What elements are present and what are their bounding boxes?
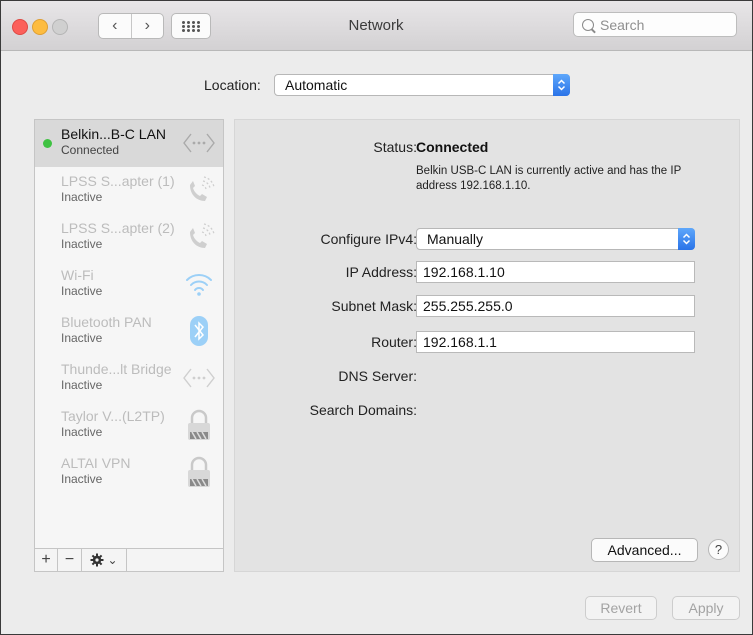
dns-server-label: DNS Server: [338, 368, 417, 384]
wifi-icon [186, 274, 212, 296]
search-icon [582, 18, 594, 31]
zoom-button[interactable] [52, 19, 68, 35]
service-item-lpss-1[interactable]: LPSS S...apter (1) Inactive [35, 167, 223, 214]
service-list[interactable]: Belkin...B-C LAN Connected LPSS S...apte… [34, 119, 224, 572]
chevron-right-icon: › [144, 17, 150, 34]
service-status: Inactive [61, 284, 103, 298]
subnet-mask-label: Subnet Mask: [331, 298, 417, 314]
status-label: Status: [373, 139, 417, 155]
service-name: Wi-Fi [61, 267, 94, 283]
connected-status-dot [43, 139, 52, 148]
location-value: Automatic [285, 77, 348, 93]
subnet-mask-field[interactable]: 255.255.255.0 [416, 295, 695, 317]
search-domains-label: Search Domains: [309, 402, 417, 418]
service-name: LPSS S...apter (2) [61, 220, 175, 236]
remove-service-button[interactable]: − [58, 549, 82, 571]
grid-icon [182, 20, 200, 32]
phone-icon [190, 176, 215, 201]
service-name: Belkin...B-C LAN [61, 126, 167, 142]
service-item-taylor-l2tp[interactable]: Taylor V...(L2TP) Inactive [35, 402, 223, 449]
action-menu-button[interactable]: ⌄ [82, 549, 127, 571]
service-status: Inactive [61, 378, 103, 392]
service-status: Inactive [61, 425, 103, 439]
service-status: Inactive [61, 331, 103, 345]
service-name: Bluetooth PAN [61, 314, 152, 330]
router-field[interactable]: 192.168.1.1 [416, 331, 695, 353]
back-button[interactable]: ‹ [99, 14, 132, 38]
apply-button[interactable]: Apply [672, 596, 740, 620]
service-item-bluetooth-pan[interactable]: Bluetooth PAN Inactive [35, 308, 223, 355]
ip-address-label: IP Address: [345, 264, 417, 280]
configure-ipv4-value: Manually [427, 231, 484, 247]
service-status: Inactive [61, 237, 103, 251]
phone-icon [190, 223, 215, 248]
service-name: ALTAI VPN [61, 455, 131, 471]
chevron-left-icon: ‹ [112, 17, 118, 34]
gear-icon [90, 553, 104, 567]
service-status: Inactive [61, 472, 103, 486]
navigation-buttons: ‹ › [98, 13, 164, 39]
location-select[interactable]: Automatic [274, 74, 570, 96]
service-item-lpss-2[interactable]: LPSS S...apter (2) Inactive [35, 214, 223, 261]
window-title: Network [348, 17, 404, 34]
service-item-altai-vpn[interactable]: ALTAI VPN Inactive [35, 449, 223, 496]
network-preferences-window: ‹ › Network Search Location: Automatic B… [0, 0, 753, 635]
service-list-toolbar: + − ⌄ [35, 548, 223, 571]
service-status: Inactive [61, 190, 103, 204]
lock-icon [188, 409, 210, 440]
service-item-belkin-lan[interactable]: Belkin...B-C LAN Connected [35, 120, 223, 167]
minimize-button[interactable] [32, 19, 48, 35]
chevron-down-icon: ⌄ [107, 553, 118, 567]
close-button[interactable] [12, 19, 28, 35]
service-name: LPSS S...apter (1) [61, 173, 175, 189]
ip-address-field[interactable]: 192.168.1.10 [416, 261, 695, 283]
show-all-button[interactable] [171, 13, 211, 39]
help-button[interactable]: ? [708, 539, 729, 560]
add-service-button[interactable]: + [35, 549, 58, 571]
service-item-wifi[interactable]: Wi-Fi Inactive [35, 261, 223, 308]
title-bar: ‹ › Network Search [1, 1, 752, 51]
configure-ipv4-select[interactable]: Manually [416, 228, 695, 250]
status-value: Connected [416, 139, 489, 155]
service-status: Connected [61, 143, 120, 157]
search-placeholder: Search [600, 16, 645, 33]
status-description: Belkin USB-C LAN is currently active and… [416, 165, 682, 192]
up-down-arrows-icon [553, 74, 570, 96]
service-name: Taylor V...(L2TP) [61, 408, 165, 424]
revert-button[interactable]: Revert [585, 596, 657, 620]
configure-ipv4-label: Configure IPv4: [320, 231, 418, 247]
router-label: Router: [371, 334, 417, 350]
service-name: Thunde...lt Bridge [61, 361, 172, 377]
up-down-arrows-icon [678, 228, 695, 250]
location-label: Location: [204, 77, 261, 93]
forward-button[interactable]: › [132, 14, 164, 38]
ethernet-icon [183, 133, 215, 153]
ethernet-icon [183, 368, 215, 388]
advanced-button[interactable]: Advanced... [591, 538, 698, 562]
service-item-thunderbolt-bridge[interactable]: Thunde...lt Bridge Inactive [35, 355, 223, 402]
bluetooth-icon [190, 316, 208, 346]
search-field[interactable]: Search [573, 12, 737, 37]
lock-icon [188, 456, 210, 487]
